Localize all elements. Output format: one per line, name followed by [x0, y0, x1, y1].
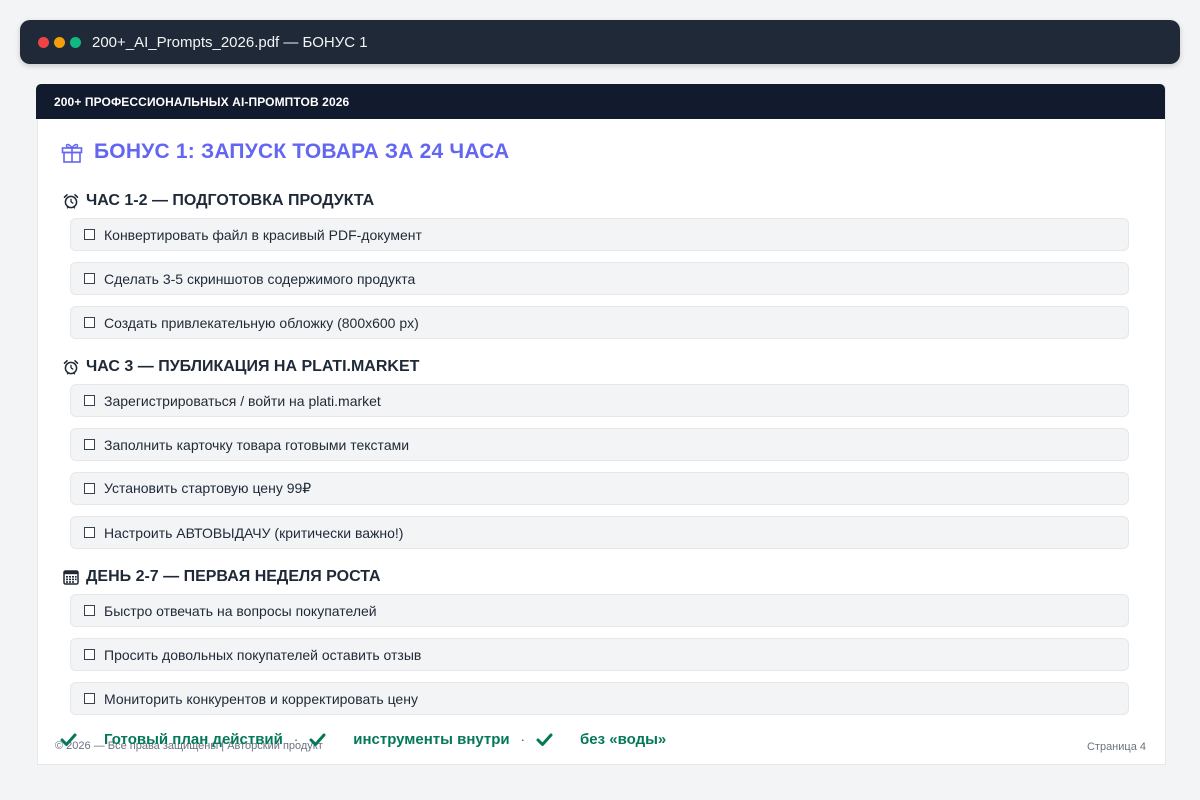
section-heading-day-2-7: ДЕНЬ 2-7 — ПЕРВАЯ НЕДЕЛЯ РОСТА — [62, 566, 381, 588]
checklist-item-label: Заполнить карточку товара готовыми текст… — [104, 436, 410, 453]
page-title: БОНУС 1: ЗАПУСК ТОВАРА ЗА 24 ЧАСА — [60, 132, 509, 172]
checklist-item[interactable]: Зарегистрироваться / войти на plati.mark… — [70, 384, 1129, 417]
gift-icon — [61, 143, 83, 163]
checklist-item[interactable]: Создать привлекательную обложку (800x600… — [70, 306, 1129, 339]
checklist-item[interactable]: Быстро отвечать на вопросы покупателей — [70, 594, 1129, 627]
checkbox[interactable] — [84, 483, 95, 494]
checkbox[interactable] — [84, 527, 95, 538]
checklist-item[interactable]: Сделать 3-5 скриншотов содержимого проду… — [70, 262, 1129, 295]
checkbox[interactable] — [84, 693, 95, 704]
window-controls — [38, 36, 81, 48]
window-titlebar: 200+_AI_Prompts_2026.pdf — БОНУС 1 — [20, 20, 1180, 64]
alarm-clock-icon — [62, 358, 80, 376]
checklist-item[interactable]: Настроить АВТОВЫДАЧУ (критически важно!) — [70, 516, 1129, 549]
checkbox[interactable] — [84, 439, 95, 450]
calendar-icon — [62, 568, 80, 586]
checkbox[interactable] — [84, 229, 95, 240]
checkbox[interactable] — [84, 317, 95, 328]
feature-badge-label: инструменты внутри — [353, 730, 510, 748]
check-icon — [309, 733, 326, 746]
check-icon — [60, 733, 77, 746]
minimize-window-button[interactable] — [54, 36, 65, 48]
window-title: 200+_AI_Prompts_2026.pdf — БОНУС 1 — [92, 33, 368, 51]
alarm-clock-icon — [62, 192, 80, 210]
section-heading-hour-1-2: ЧАС 1-2 — ПОДГОТОВКА ПРОДУКТА — [62, 190, 374, 212]
document-header-text: 200+ ПРОФЕССИОНАЛЬНЫХ AI-ПРОМПТОВ 2026 — [54, 94, 350, 109]
feature-badge: Готовый план действий — [60, 731, 283, 748]
checklist-item[interactable]: Установить стартовую цену 99₽ — [70, 472, 1129, 505]
maximize-window-button[interactable] — [70, 36, 81, 48]
feature-badge: инструменты внутри — [309, 730, 510, 748]
badge-separator: · — [520, 731, 526, 747]
checklist-item[interactable]: Мониторить конкурентов и корректировать … — [70, 682, 1129, 715]
checklist-item-label: Просить довольных покупателей оставить о… — [104, 646, 422, 663]
checkbox[interactable] — [84, 395, 95, 406]
checklist-item-label: Сделать 3-5 скриншотов содержимого проду… — [104, 270, 416, 287]
feature-badges: Готовый план действий · инструменты внут… — [60, 728, 666, 750]
badge-separator: · — [293, 731, 299, 747]
checklist-item[interactable]: Конвертировать файл в красивый PDF-докум… — [70, 218, 1129, 251]
page-title-text: БОНУС 1: ЗАПУСК ТОВАРА ЗА 24 ЧАСА — [94, 140, 510, 163]
checklist-item[interactable]: Заполнить карточку товара готовыми текст… — [70, 428, 1129, 461]
checkbox[interactable] — [84, 649, 95, 660]
feature-badge-label: Готовый план действий — [104, 730, 283, 748]
section-heading-hour-3: ЧАС 3 — ПУБЛИКАЦИЯ НА PLATI.MARKET — [62, 356, 419, 378]
checkbox[interactable] — [84, 605, 95, 616]
checklist-item-label: Мониторить конкурентов и корректировать … — [104, 690, 418, 707]
section-heading-text: ДЕНЬ 2-7 — ПЕРВАЯ НЕДЕЛЯ РОСТА — [86, 568, 381, 585]
checklist-item-label: Быстро отвечать на вопросы покупателей — [104, 602, 377, 619]
checklist-item-label: Настроить АВТОВЫДАЧУ (критически важно!) — [104, 524, 404, 541]
section-heading-text: ЧАС 3 — ПУБЛИКАЦИЯ НА PLATI.MARKET — [86, 358, 420, 375]
close-window-button[interactable] — [38, 36, 49, 48]
checklist-item-label: Создать привлекательную обложку (800x600… — [104, 314, 419, 331]
document-header: 200+ ПРОФЕССИОНАЛЬНЫХ AI-ПРОМПТОВ 2026 — [36, 84, 1165, 119]
checklist-item-label: Установить стартовую цену 99₽ — [104, 480, 312, 496]
checklist-item[interactable]: Просить довольных покупателей оставить о… — [70, 638, 1129, 671]
check-icon — [536, 733, 553, 746]
checklist-item-label: Конвертировать файл в красивый PDF-докум… — [104, 226, 422, 243]
feature-badge: без «воды» — [536, 731, 666, 748]
section-heading-text: ЧАС 1-2 — ПОДГОТОВКА ПРОДУКТА — [86, 192, 375, 209]
page-number: Страница 4 — [1086, 741, 1146, 753]
feature-badge-label: без «воды» — [580, 730, 667, 748]
checklist-item-label: Зарегистрироваться / войти на plati.mark… — [104, 392, 381, 409]
checkbox[interactable] — [84, 273, 95, 284]
